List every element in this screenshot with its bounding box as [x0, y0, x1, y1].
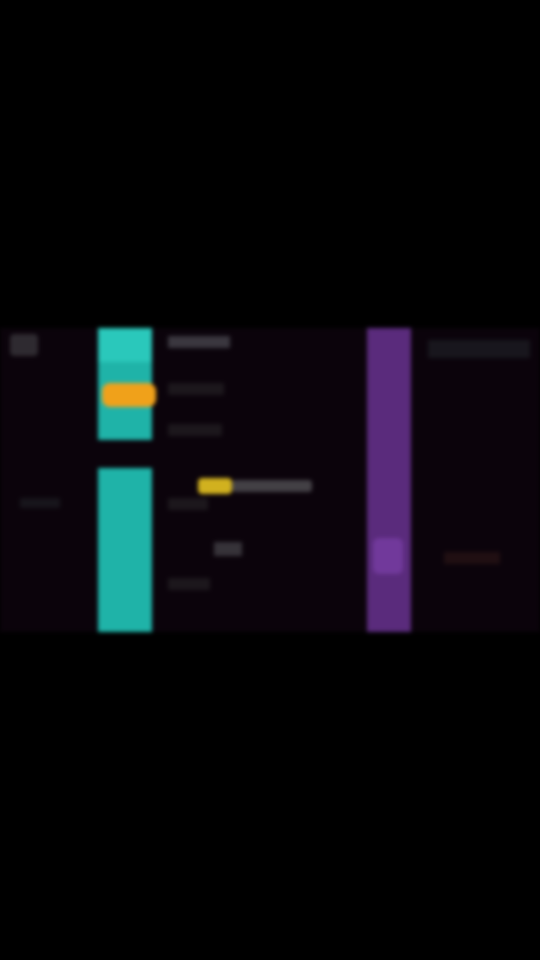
- orange-highlight-badge: [102, 383, 156, 407]
- blurred-text-block: [168, 424, 222, 436]
- blurred-text-block: [168, 336, 230, 348]
- blurred-text-block: [168, 498, 208, 510]
- app-icon[interactable]: [10, 334, 38, 356]
- blurred-text-block: [428, 340, 530, 358]
- blurred-text-block: [232, 480, 312, 492]
- highlighted-text-block: [198, 478, 232, 494]
- cyan-track-cap: [98, 328, 152, 362]
- blurred-text-block: [168, 578, 210, 590]
- cyan-track-bar-bottom: [98, 468, 152, 632]
- blurred-text-block: [20, 498, 60, 508]
- blurred-text-block: [168, 383, 224, 395]
- blurred-text-block: [444, 552, 500, 564]
- video-frame[interactable]: [0, 328, 540, 632]
- purple-scroll-bar[interactable]: [367, 328, 411, 632]
- blurred-text-block: [214, 542, 242, 556]
